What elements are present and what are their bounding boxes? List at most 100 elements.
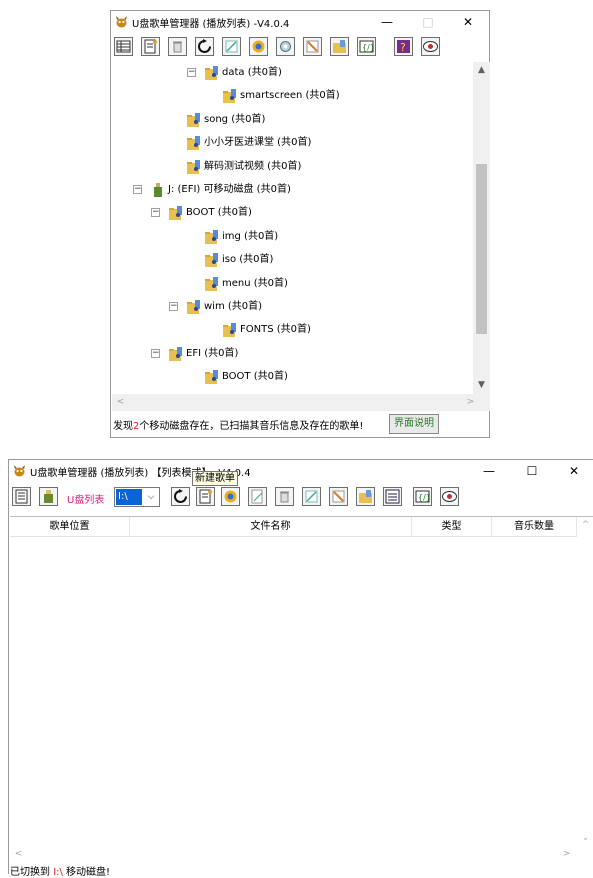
scroll-right-arrow-icon[interactable]: > <box>558 846 575 863</box>
toolbar: {/} ? <box>111 37 489 61</box>
usb-drive-icon <box>44 490 53 503</box>
collapse-toggle-icon[interactable]: − <box>187 68 196 77</box>
music-folder-icon <box>205 253 218 268</box>
tree-node[interactable]: smartscreen (共0首) <box>112 87 472 105</box>
ui-help-button[interactable]: 界面说明 <box>389 414 439 434</box>
music-folder-icon <box>359 490 372 503</box>
tree-node[interactable]: img (共0首) <box>112 228 472 246</box>
horizontal-scrollbar[interactable]: < > <box>10 846 593 863</box>
tree-node[interactable]: iso (共0首) <box>112 251 472 269</box>
chevron-down-icon[interactable]: ⌵ <box>144 489 158 505</box>
eye-icon <box>442 491 457 502</box>
status-drive: I:\ <box>53 867 63 878</box>
rename-button[interactable] <box>302 487 321 506</box>
drive-select[interactable]: I:\ ⌵ <box>114 487 160 507</box>
delete-button[interactable] <box>168 37 187 56</box>
tree-node-label: J: (EFI) 可移动磁盘 (共0首) <box>168 184 291 195</box>
scan-icon <box>252 40 265 53</box>
scan-button[interactable] <box>221 487 240 506</box>
collapse-toggle-icon[interactable]: − <box>169 302 178 311</box>
list-button[interactable] <box>383 487 402 506</box>
refresh-button[interactable] <box>171 487 190 506</box>
music-folder-button[interactable] <box>330 37 349 56</box>
tree-node-label: wim (共0首) <box>204 301 263 312</box>
close-button[interactable]: ✕ <box>557 460 591 482</box>
scroll-down-arrow-icon[interactable]: ▼ <box>473 377 490 394</box>
grid-icon <box>116 40 131 53</box>
tree-node[interactable]: − BOOT (共0首) <box>112 204 472 222</box>
edit-button[interactable] <box>222 37 241 56</box>
collapse-toggle-icon[interactable]: − <box>151 208 160 218</box>
scroll-up-arrow-icon[interactable]: ▲ <box>473 62 490 79</box>
new-playlist-button[interactable] <box>196 487 215 506</box>
rename-button[interactable] <box>303 37 322 56</box>
column-header[interactable]: 类型 <box>412 517 492 537</box>
folder-tree[interactable]: − data (共0首) smartscreen (共0首) song (共0首) 小小… <box>112 62 472 394</box>
column-header[interactable]: 文件名称 <box>130 517 412 537</box>
drive-button[interactable] <box>39 487 58 506</box>
tree-node[interactable]: FONTS (共0首) <box>112 321 472 339</box>
column-header[interactable]: 歌单位置 <box>10 517 130 537</box>
help-icon: ? <box>397 40 410 54</box>
playlist-table[interactable]: 歌单位置 文件名称 类型 音乐数量 ^ ⌄ <box>10 516 593 847</box>
tag-button[interactable] <box>329 487 348 506</box>
music-folder-icon <box>187 159 200 174</box>
scroll-left-arrow-icon[interactable]: < <box>10 846 27 863</box>
tree-node[interactable]: 小小牙医进课堂 (共0首) <box>112 134 472 152</box>
code-button[interactable]: {/} <box>413 487 432 506</box>
toolbar: U盘列表 I:\ ⌵ {/} <box>9 487 593 511</box>
scroll-up-arrow-icon[interactable]: ^ <box>577 517 593 534</box>
scroll-thumb[interactable] <box>476 164 487 334</box>
music-folder-button[interactable] <box>356 487 375 506</box>
music-folder-icon <box>223 89 236 104</box>
maximize-button[interactable]: ☐ <box>515 460 549 482</box>
scroll-left-arrow-icon[interactable]: < <box>112 394 129 411</box>
collapse-toggle-icon[interactable]: − <box>133 185 142 194</box>
view-button[interactable] <box>440 487 459 506</box>
tree-node-label: iso (共0首) <box>222 254 274 266</box>
view-button[interactable] <box>421 37 440 56</box>
tree-node[interactable]: − J: (EFI) 可移动磁盘 (共0首) <box>112 181 472 199</box>
refresh-button[interactable] <box>195 37 214 56</box>
vertical-scrollbar[interactable]: ▲ ▼ <box>473 62 490 394</box>
grid-view-button[interactable] <box>114 37 133 56</box>
tree-node[interactable]: song (共0首) <box>112 111 472 129</box>
pencil-icon <box>306 40 319 53</box>
playlist-button[interactable] <box>141 37 160 56</box>
title-bar: U盘歌单管理器 (播放列表) 【列表模式】 -V4.0.4 — ☐ ✕ <box>9 460 593 482</box>
window-tree-mode: U盘歌单管理器 (播放列表) -V4.0.4 — □ ✕ {/} ? − data… <box>110 10 490 438</box>
help-button-icon[interactable]: ? <box>394 37 413 56</box>
edit-doc-button[interactable] <box>248 487 267 506</box>
scan-icon <box>224 490 237 503</box>
maximize-button[interactable]: □ <box>411 11 445 33</box>
settings-button[interactable] <box>276 37 295 56</box>
scroll-down-arrow-icon[interactable]: ⌄ <box>577 830 593 847</box>
delete-button[interactable] <box>275 487 294 506</box>
tree-view-button[interactable] <box>12 487 31 506</box>
tree-node[interactable]: − EFI (共0首) <box>112 345 472 363</box>
status-bar: 已切换到 I:\ 移动磁盘! <box>10 863 110 878</box>
minimize-button[interactable]: — <box>370 11 404 33</box>
collapse-toggle-icon[interactable]: − <box>151 348 160 358</box>
horizontal-scrollbar[interactable]: < > <box>112 394 490 411</box>
usb-drive-icon <box>154 183 162 197</box>
code-button[interactable]: {/} <box>357 37 376 56</box>
minimize-button[interactable]: — <box>472 460 506 482</box>
scan-button[interactable] <box>249 37 268 56</box>
close-button[interactable]: ✕ <box>451 11 485 33</box>
tree-node[interactable]: − data (共0首) <box>112 64 472 82</box>
scroll-right-arrow-icon[interactable]: > <box>462 394 479 411</box>
tree-node[interactable]: − wim (共0首) <box>112 298 472 316</box>
tree-node-label: EFI (共0首) <box>186 347 239 359</box>
tree-node-label: img (共0首) <box>222 230 279 242</box>
tree-node[interactable]: menu (共0首) <box>112 275 472 293</box>
vertical-scrollbar[interactable]: ^ ⌄ <box>577 517 593 847</box>
column-header[interactable]: 音乐数量 <box>492 517 577 537</box>
settings-icon <box>280 41 291 52</box>
tree-node-label: smartscreen (共0首) <box>240 90 340 102</box>
trash-icon <box>280 491 289 503</box>
tree-node[interactable]: BOOT (共0首) <box>112 368 472 386</box>
music-folder-icon <box>187 300 200 314</box>
music-folder-icon <box>205 66 218 80</box>
tree-node[interactable]: 解码测试视频 (共0首) <box>112 158 472 176</box>
